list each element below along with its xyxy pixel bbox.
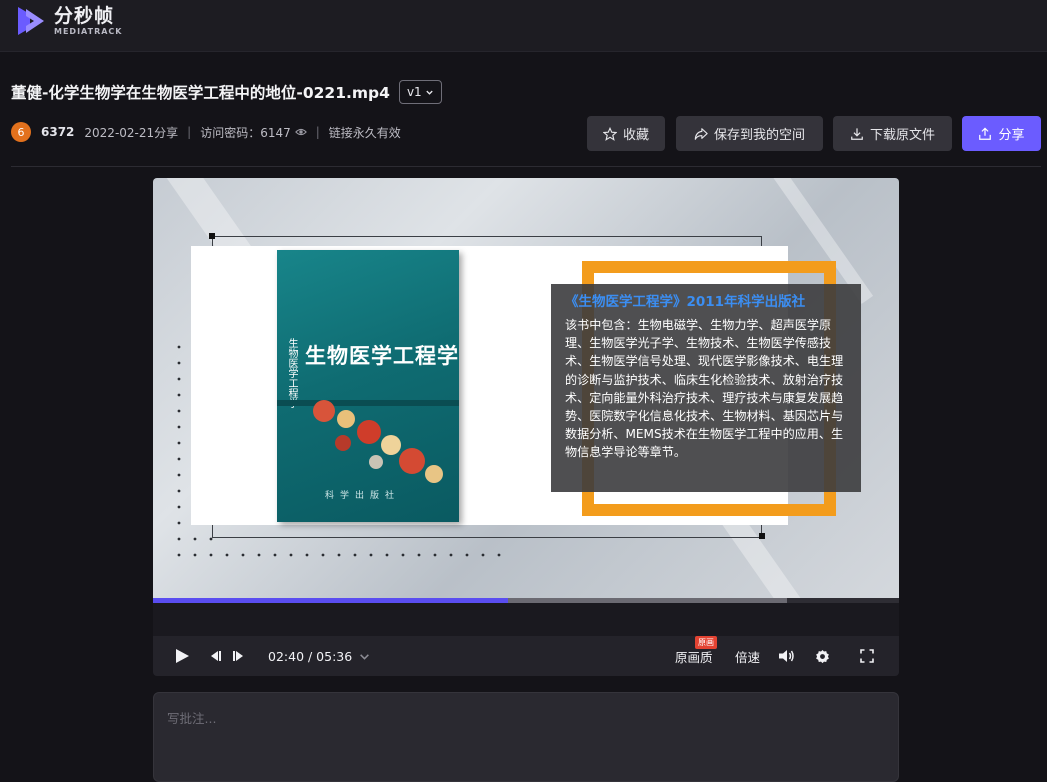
progress-bar[interactable] <box>153 598 899 603</box>
export-icon <box>979 126 992 140</box>
molecule-dot <box>399 448 425 474</box>
app-subtitle: MEDIATRACK <box>54 27 123 36</box>
book-band <box>277 400 459 406</box>
star-icon <box>602 126 617 141</box>
settings-button[interactable] <box>815 636 830 676</box>
quality-label: 原画质 <box>675 649 713 665</box>
version-label: v1 <box>406 85 422 99</box>
eye-icon[interactable] <box>294 127 307 137</box>
book-info-heading: 《生物医学工程学》2011年科学出版社 <box>565 294 806 310</box>
play-icon <box>176 649 189 663</box>
app-logo[interactable]: 分秒帧 MEDIATRACK <box>14 4 123 38</box>
chevron-down-icon <box>426 90 433 95</box>
favorite-button[interactable]: 收藏 <box>587 116 665 151</box>
time-readout: 02:40 / 05:36 <box>268 648 353 664</box>
save-to-space-label: 保存到我的空间 <box>713 128 805 143</box>
settings-icon <box>816 649 829 663</box>
chevron-down-icon <box>360 653 370 660</box>
share-label: 分享 <box>998 128 1025 143</box>
molecule-dot <box>337 410 355 428</box>
time-display[interactable]: 02:40 / 05:36 <box>268 636 370 676</box>
speed-button[interactable]: 倍速 <box>735 636 760 676</box>
logo-icon <box>18 7 44 35</box>
molecule-dot <box>313 400 335 422</box>
app-name: 分秒帧 <box>54 5 115 27</box>
progress-played <box>153 598 508 603</box>
molecule-dot <box>381 435 401 455</box>
share-button[interactable]: 分享 <box>962 116 1041 151</box>
file-title: 董健-化学生物学在生物医学工程中的地位-0221.mp4 <box>11 84 390 102</box>
shared-date: 2022-02-21分享 <box>84 125 179 140</box>
prev-frame-icon <box>211 651 221 661</box>
next-frame-icon <box>233 651 243 661</box>
frame-corner <box>209 233 215 239</box>
avatar[interactable]: 6 <box>11 122 31 142</box>
divider: | <box>315 125 320 139</box>
comment-input[interactable]: 写批注... <box>153 692 899 782</box>
book-spine-text: 生物医学工程学 <box>286 338 297 408</box>
divider: | <box>187 125 192 139</box>
quality-button[interactable]: 原画质 <box>675 636 713 676</box>
share-arrow-icon <box>694 127 708 140</box>
prev-frame-button[interactable] <box>209 636 222 676</box>
download-button[interactable]: 下载原文件 <box>833 116 952 151</box>
book-cover: 生物医学工程学 生物医学工程学 科学出版社 <box>277 250 459 522</box>
access-code: 访问密码：6147 <box>200 125 291 140</box>
book-publisher: 科学出版社 <box>325 491 401 501</box>
header-divider <box>11 166 1041 167</box>
download-label: 下载原文件 <box>869 128 935 143</box>
molecule-dot <box>369 455 383 469</box>
video-player[interactable]: 生物医学工程学 生物医学工程学 科学出版社 《生物医学工程学》2011年科学出版… <box>153 178 899 676</box>
owner-name: 6372 <box>41 125 75 139</box>
speed-label: 倍速 <box>735 649 761 665</box>
fullscreen-icon <box>860 649 874 663</box>
version-select[interactable]: v1 <box>398 80 442 104</box>
file-title-row: 董健-化学生物学在生物医学工程中的地位-0221.mp4 v1 <box>11 80 442 104</box>
molecule-dot <box>335 435 351 451</box>
download-icon <box>851 127 863 140</box>
volume-icon <box>779 650 794 662</box>
play-button[interactable] <box>174 636 190 676</box>
frame-corner <box>759 533 765 539</box>
fullscreen-button[interactable] <box>860 636 874 676</box>
top-bar: 分秒帧 MEDIATRACK <box>0 0 1047 52</box>
molecule-dot <box>357 420 381 444</box>
book-title: 生物医学工程学 <box>305 344 459 368</box>
meta-row: 6 6372 2022-02-21分享 | 访问密码：6147 | 链接永久有效 <box>11 122 401 142</box>
molecule-dot <box>425 465 443 483</box>
link-validity: 链接永久有效 <box>328 125 401 140</box>
save-to-space-button[interactable]: 保存到我的空间 <box>676 116 823 151</box>
video-frame[interactable]: 生物医学工程学 生物医学工程学 科学出版社 《生物医学工程学》2011年科学出版… <box>153 178 899 598</box>
control-bar: 02:40 / 05:36 原画 原画质 倍速 <box>153 636 899 676</box>
book-info-box: 《生物医学工程学》2011年科学出版社 该书中包含：生物电磁学、生物力学、超声医… <box>551 284 861 492</box>
volume-button[interactable] <box>778 636 795 676</box>
favorite-label: 收藏 <box>622 128 649 143</box>
book-info-body: 该书中包含：生物电磁学、生物力学、超声医学原理、生物医学光子学、生物技术、生物医… <box>565 318 844 460</box>
comment-placeholder: 写批注... <box>167 711 217 726</box>
next-frame-button[interactable] <box>232 636 245 676</box>
